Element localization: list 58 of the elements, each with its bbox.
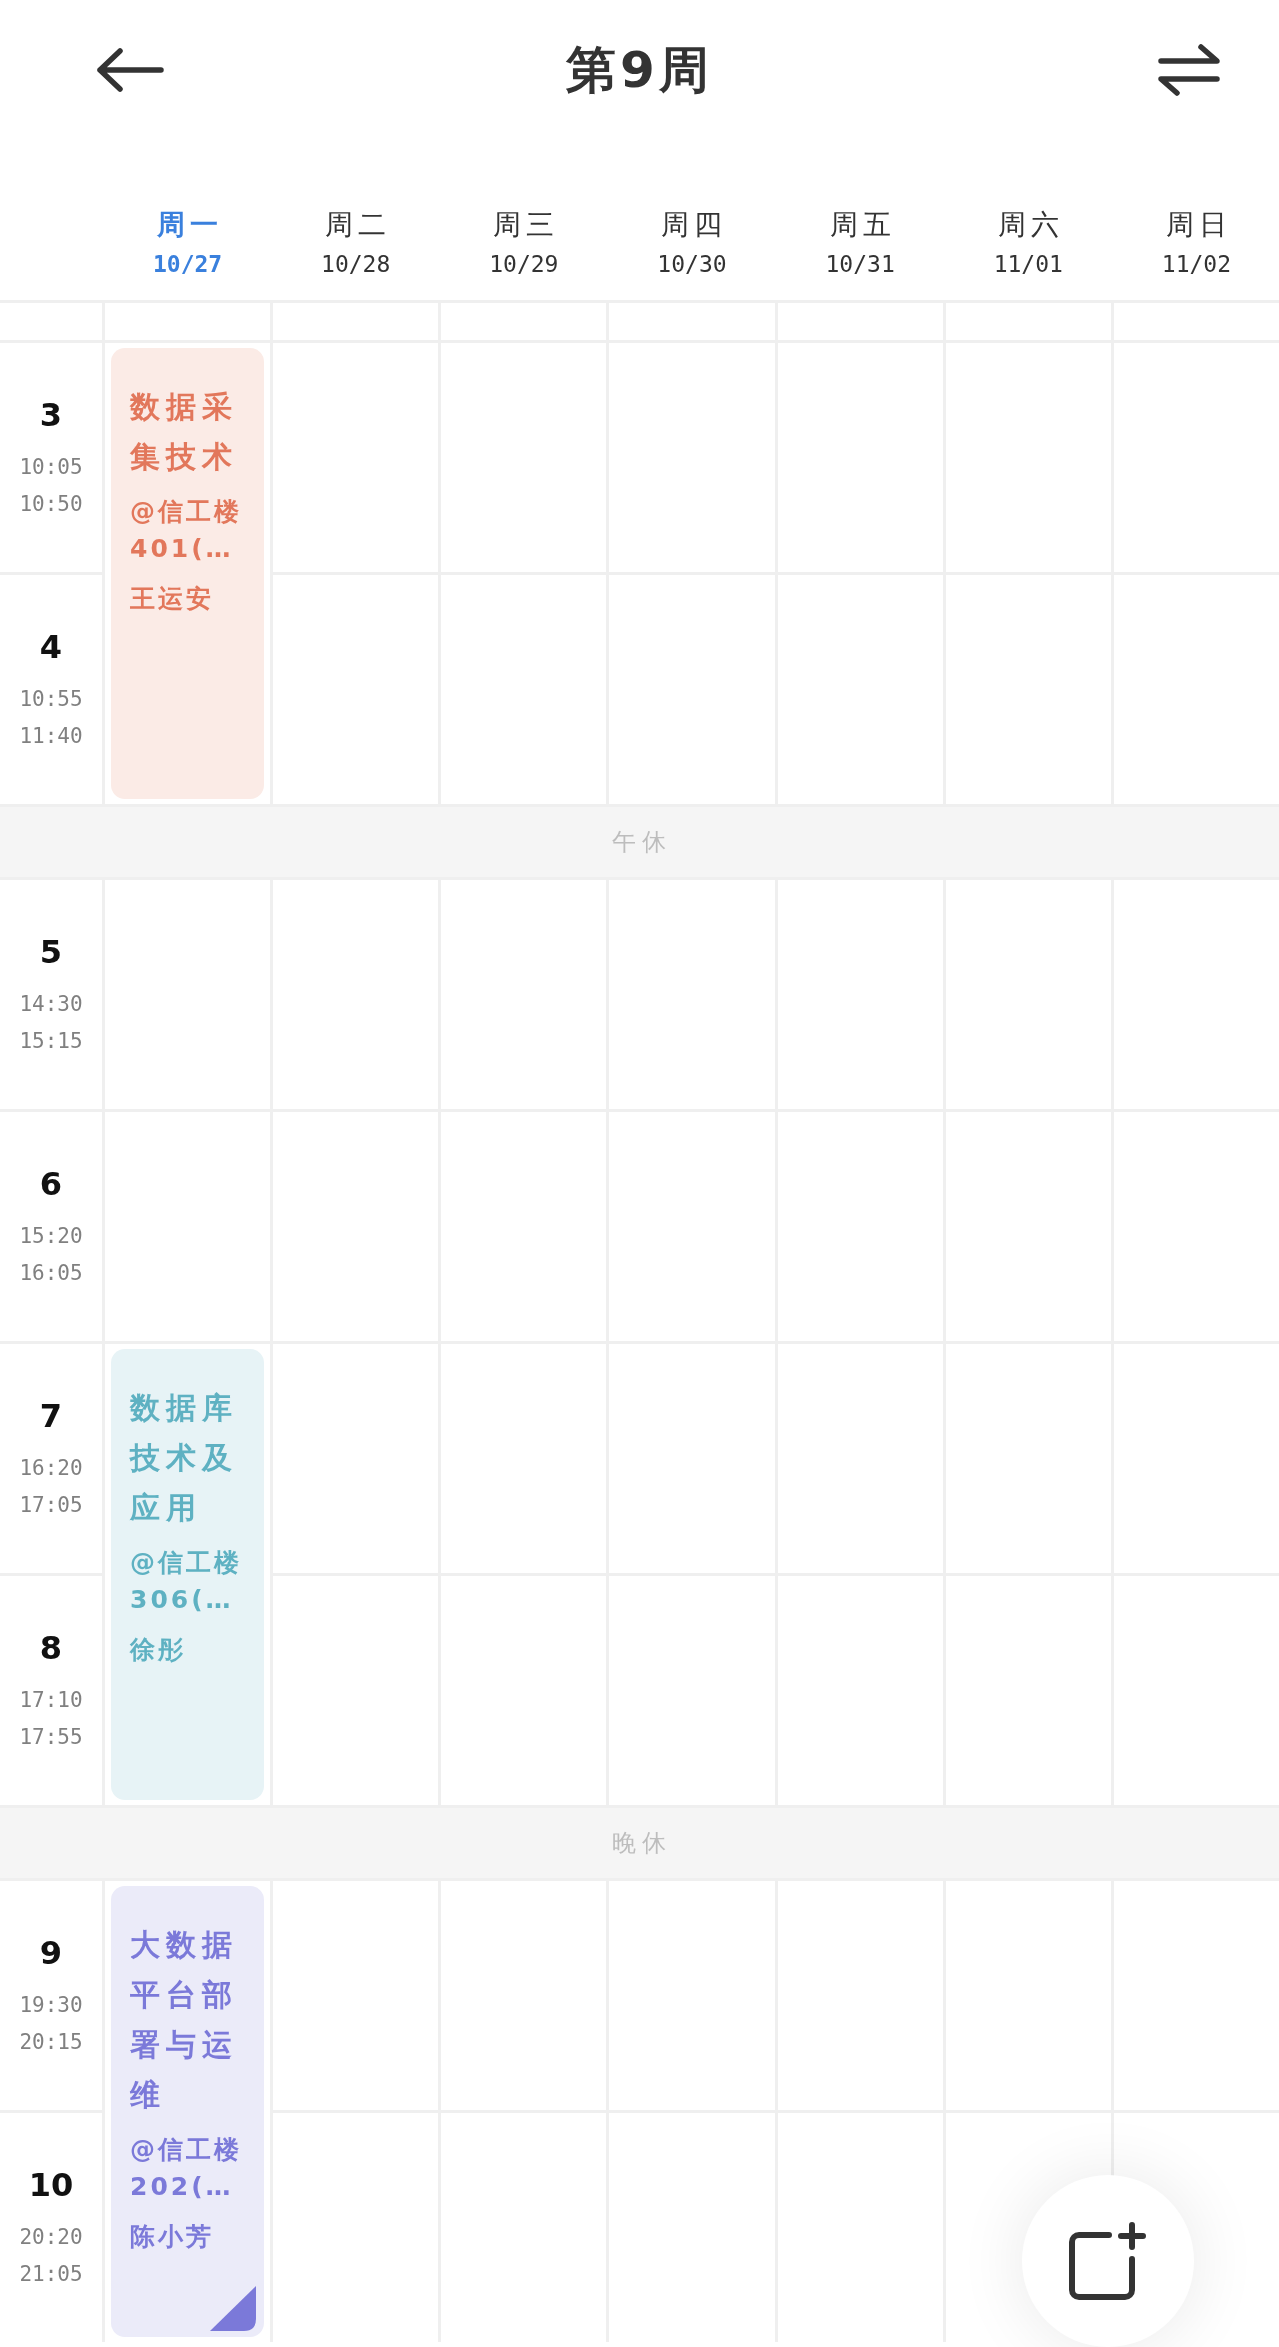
course-teacher: 徐彤 [130, 1634, 187, 1666]
course-teacher: 王运安 [130, 583, 215, 615]
start-time: 20:20 [19, 2224, 83, 2251]
period-number: 7 [39, 1396, 63, 1437]
back-arrow-icon [96, 47, 164, 93]
end-time: 17:55 [19, 1724, 83, 1751]
course-location: @信工楼306(… [130, 1547, 243, 1616]
period-number: 3 [39, 395, 63, 436]
weekday-label: 周六 [996, 207, 1064, 243]
end-time: 16:05 [19, 1260, 83, 1287]
start-time: 10:05 [19, 454, 83, 481]
weekday-label: 周二 [324, 207, 392, 243]
weekday-label: 周三 [492, 207, 560, 243]
date-label: 10/27 [152, 250, 223, 279]
date-label: 11/01 [993, 250, 1063, 279]
course-title: 数据采集技术 [130, 388, 239, 476]
date-label: 10/31 [825, 250, 895, 279]
weekday-label: 周四 [660, 207, 728, 243]
weekday-label: 周日 [1164, 207, 1232, 243]
period-number: 4 [39, 627, 63, 668]
date-label: 10/28 [321, 250, 391, 279]
start-time: 10:55 [19, 686, 83, 713]
date-label: 10/30 [657, 250, 727, 279]
date-label: 10/29 [489, 250, 559, 279]
square-plus-icon [1069, 2222, 1147, 2300]
period-number: 8 [39, 1628, 63, 1669]
course-teacher: 陈小芳 [130, 2221, 215, 2253]
week-title: 第9周 [566, 40, 713, 101]
course-location: @信工楼202(… [130, 2134, 243, 2203]
end-time: 11:40 [19, 723, 83, 750]
break-label: 午休 [611, 827, 673, 858]
course-title: 数据库技术及应用 [130, 1389, 239, 1527]
end-time: 15:15 [19, 1028, 83, 1055]
end-time: 17:05 [19, 1492, 83, 1519]
back-button[interactable] [96, 47, 164, 93]
weekday-label: 周五 [828, 207, 896, 243]
course-title: 大数据平台部署与运维 [130, 1926, 239, 2114]
start-time: 15:20 [19, 1223, 83, 1250]
swap-button[interactable] [1157, 43, 1221, 97]
start-time: 16:20 [19, 1455, 83, 1482]
start-time: 14:30 [19, 991, 83, 1018]
weekday-label: 周一 [156, 207, 224, 243]
course-location: @信工楼401(… [130, 496, 243, 565]
swap-arrows-icon [1157, 43, 1221, 97]
period-number: 10 [28, 2165, 74, 2206]
end-time: 10:50 [19, 491, 83, 518]
course-card[interactable]: 数据库技术及应用 @信工楼306(… 徐彤 [111, 1349, 265, 1800]
date-label: 11/02 [1161, 250, 1232, 279]
period-number: 6 [39, 1164, 63, 1205]
course-card[interactable]: 大数据平台部署与运维 @信工楼202(… 陈小芳 [111, 1886, 265, 2337]
start-time: 19:30 [19, 1992, 83, 2019]
break-label: 晚休 [611, 1828, 673, 1859]
end-time: 20:15 [19, 2029, 83, 2056]
period-number: 9 [39, 1933, 63, 1974]
start-time: 17:10 [19, 1687, 83, 1714]
course-card[interactable]: 数据采集技术 @信工楼401(… 王运安 [111, 348, 265, 799]
end-time: 21:05 [19, 2261, 83, 2288]
period-number: 5 [39, 932, 63, 973]
